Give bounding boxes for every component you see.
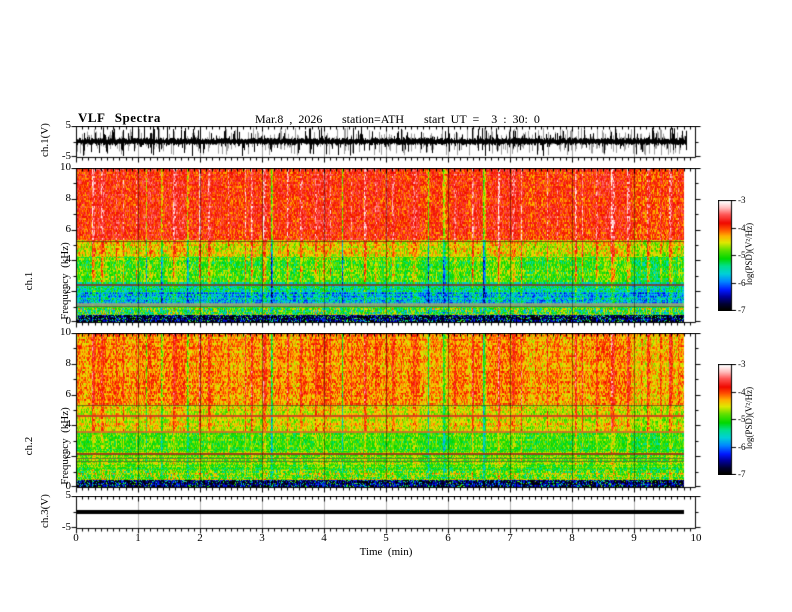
- station-label: station=ATH: [342, 112, 405, 126]
- x-tick-label: 2: [197, 532, 203, 544]
- start-ut-label: start UT = 3 : 30: 0: [424, 112, 540, 126]
- ch1-freq-tick-label: 8: [65, 191, 72, 204]
- x-tick-label: 7: [507, 532, 513, 544]
- x-tick-label: 1: [135, 532, 141, 544]
- ch1-colorbar: [718, 200, 737, 311]
- ch3-volt-tick-label: -5: [61, 521, 71, 533]
- figure-title: VLF Spectra: [78, 110, 161, 125]
- ch1-waveform-plot: [68, 126, 704, 165]
- colorbar2-tick-label: -7: [738, 469, 746, 479]
- ch2-spectrogram-plot: [68, 333, 704, 495]
- colorbar2-tick-label: -4: [738, 386, 746, 397]
- colorbar1-tick-label: -4: [738, 222, 746, 233]
- x-tick-label: 3: [259, 532, 265, 544]
- ch1-spectrogram-plot: [68, 168, 704, 330]
- x-tick-label: 8: [569, 532, 575, 544]
- ch2-freq-tick-label: 10: [60, 326, 71, 338]
- ch2-freq-tick-label: 6: [65, 387, 72, 400]
- ch2-freq-tick-label: 4: [65, 418, 72, 431]
- colorbar2-tick-label: -6: [738, 441, 746, 452]
- ch1-freq-tick-label: 6: [65, 222, 72, 235]
- x-tick-label: 4: [321, 532, 327, 544]
- x-tick-label: 0: [73, 532, 79, 544]
- ch2-axis-title-line1: ch.2: [23, 436, 35, 456]
- colorbar1-tick-label: -6: [738, 277, 746, 288]
- x-axis-title: Time (min): [359, 546, 413, 558]
- ch1-freq-tick-label: 10: [60, 161, 71, 173]
- vlf-spectra-figure: VLF Spectra Mar.8 , 2026 station=ATH sta…: [0, 0, 792, 612]
- x-tick-label: 9: [631, 532, 637, 544]
- x-tick-label: 10: [690, 532, 702, 544]
- date-label: Mar.8 , 2026: [255, 112, 323, 126]
- ch1-freq-tick-label: 2: [65, 284, 72, 297]
- ch2-freq-tick-label: 2: [65, 449, 72, 462]
- colorbar1-tick-label: -3: [738, 195, 746, 205]
- ch1-axis-title-line1: ch.1: [23, 271, 35, 291]
- x-tick-label: 5: [383, 532, 389, 544]
- colorbar1-tick-label: -5: [738, 250, 746, 260]
- x-tick-label: 6: [445, 532, 451, 544]
- ch1-volt-tick-label: 5: [65, 119, 72, 131]
- ch2-freq-tick-label: 8: [65, 356, 72, 369]
- colorbar2-tick-label: -3: [738, 359, 746, 369]
- ch3-volt-tick-label: 5: [65, 489, 72, 501]
- colorbar1-tick-label: -7: [738, 305, 746, 315]
- ch2-colorbar: [718, 364, 737, 475]
- ch3-waveform-plot: [68, 496, 704, 536]
- colorbar2-tick-label: -5: [738, 414, 746, 424]
- ch1-freq-tick-label: 4: [65, 253, 72, 266]
